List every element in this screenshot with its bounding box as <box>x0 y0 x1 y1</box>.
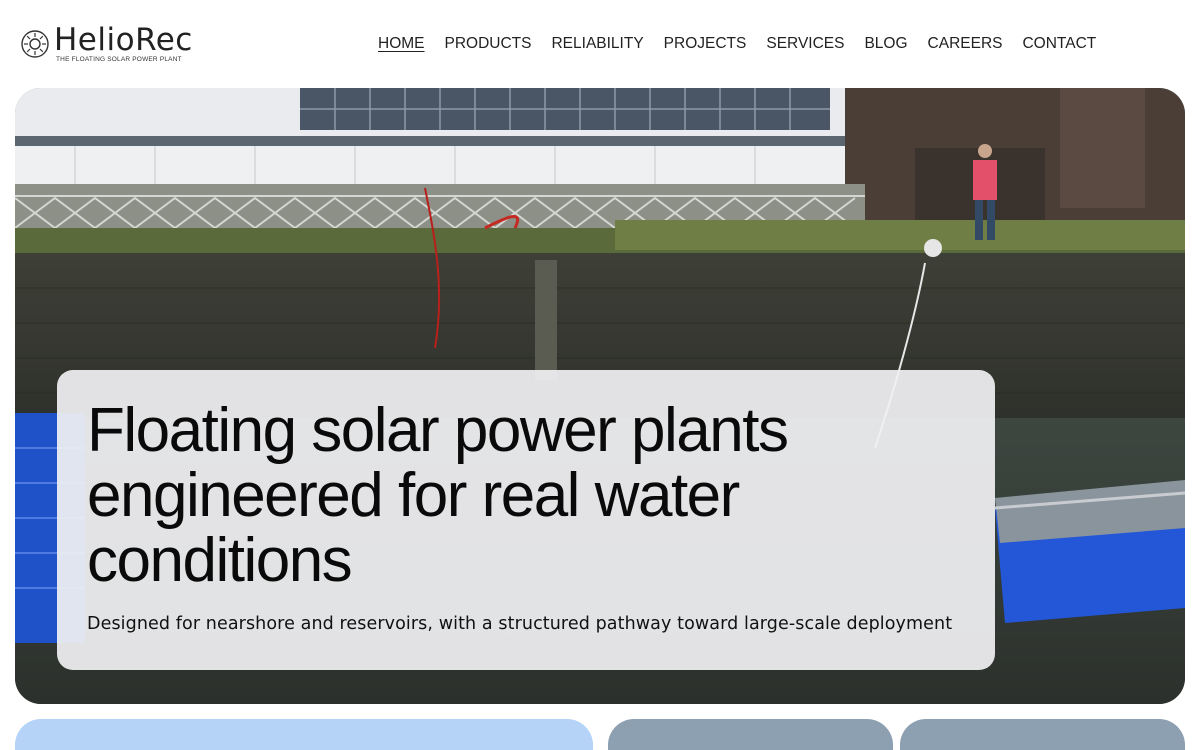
nav-blog[interactable]: BLOG <box>854 32 917 56</box>
hero-title: Floating solar power plants engineered f… <box>87 396 789 595</box>
nav-careers[interactable]: CAREERS <box>918 32 1013 56</box>
hero-subtitle: Designed for nearshore and reservoirs, w… <box>87 614 953 634</box>
site-header: HelioRec THE FLOATING SOLAR POWER PLANT … <box>0 0 1200 88</box>
nav-reliability[interactable]: RELIABILITY <box>541 32 653 56</box>
sun-icon <box>21 30 49 58</box>
nav-home[interactable]: HOME <box>368 32 435 56</box>
feature-card-2[interactable] <box>608 719 893 750</box>
feature-card-3[interactable] <box>900 719 1185 750</box>
nav-projects[interactable]: PROJECTS <box>654 32 757 56</box>
nav-contact[interactable]: CONTACT <box>1012 32 1106 56</box>
brand-logo[interactable]: HelioRec THE FLOATING SOLAR POWER PLANT <box>20 22 200 68</box>
nav-services[interactable]: SERVICES <box>756 32 854 56</box>
hero-section: Floating solar power plants engineered f… <box>15 88 1185 704</box>
main-nav: HOME PRODUCTS RELIABILITY PROJECTS SERVI… <box>368 32 1106 56</box>
feature-card-1[interactable] <box>15 719 593 750</box>
brand-name: HelioRec <box>54 22 193 58</box>
hero-text-card: Floating solar power plants engineered f… <box>57 370 995 670</box>
brand-tagline: THE FLOATING SOLAR POWER PLANT <box>56 56 182 63</box>
nav-products[interactable]: PRODUCTS <box>435 32 542 56</box>
